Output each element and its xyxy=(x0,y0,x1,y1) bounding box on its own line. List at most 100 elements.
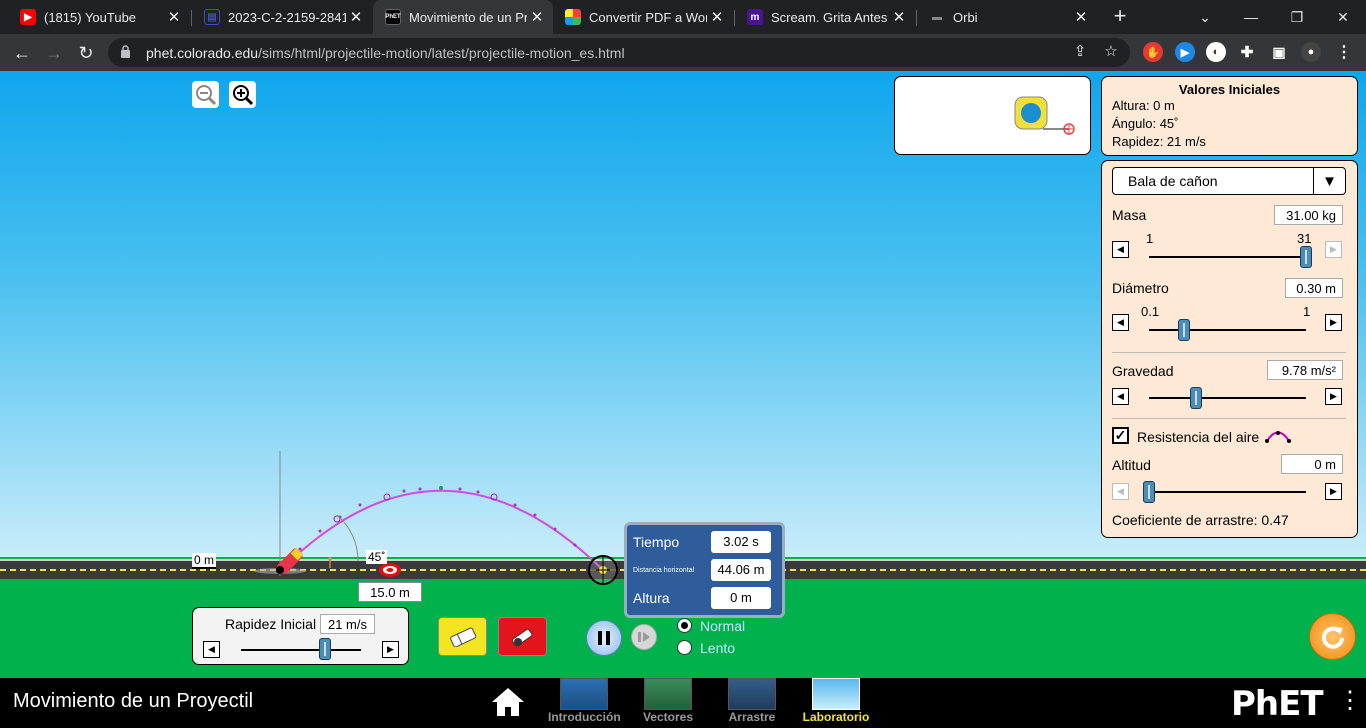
launch-speed-increase-button[interactable]: ▶ xyxy=(382,641,399,658)
tab-youtube[interactable]: ▶ (1815) YouTube ✕ xyxy=(8,0,190,34)
menu-icon[interactable]: ⋮ xyxy=(1334,42,1354,62)
time-value: 3.02 s xyxy=(711,531,771,553)
diameter-label: Diámetro xyxy=(1112,280,1169,296)
scene-canvas xyxy=(254,451,618,585)
mass-label: Masa xyxy=(1112,207,1147,223)
reload-icon[interactable]: ↻ xyxy=(72,39,100,67)
diameter-slider-track[interactable] xyxy=(1149,329,1306,331)
phet-logo[interactable]: PhET xyxy=(1231,684,1324,724)
initial-height: Altura: 0 m xyxy=(1112,98,1175,113)
reset-all-button[interactable] xyxy=(1309,613,1356,660)
launch-speed-track[interactable] xyxy=(241,649,361,651)
lab-thumbnail xyxy=(812,678,860,710)
options-menu-icon[interactable]: ⋮ xyxy=(1338,686,1362,715)
tab-search-icon[interactable]: ⌄ xyxy=(1182,0,1228,34)
speed-slow-radio[interactable] xyxy=(677,640,692,655)
screen-label: Laboratorio xyxy=(802,710,870,724)
bookmark-star-icon[interactable]: ☆ xyxy=(1101,42,1121,60)
tab-scream[interactable]: m Scream. Grita Antes de ✕ xyxy=(735,0,915,34)
close-tab-icon[interactable]: ✕ xyxy=(1071,8,1091,26)
diameter-increase-button[interactable]: ▶ xyxy=(1325,314,1342,331)
altitude-slider-thumb[interactable] xyxy=(1143,481,1155,503)
mass-slider-track[interactable] xyxy=(1149,256,1306,258)
hand-extension-icon[interactable]: ✋ xyxy=(1143,42,1163,62)
altitude-label: Altitud xyxy=(1112,457,1151,473)
back-icon[interactable]: ← xyxy=(8,39,36,67)
close-tab-icon[interactable]: ✕ xyxy=(707,8,727,26)
air-resistance-checkbox[interactable]: ✓ xyxy=(1112,427,1129,444)
altitude-increase-button[interactable]: ▶ xyxy=(1325,483,1342,500)
intro-thumbnail xyxy=(560,678,608,710)
url-input[interactable]: phet.colorado.edu/sims/html/projectile-m… xyxy=(108,38,1130,67)
tape-measure-icon[interactable] xyxy=(1013,95,1081,135)
projectile-type-value: Bala de cañon xyxy=(1128,173,1218,189)
tab-title: Orbi xyxy=(953,9,978,25)
gravity-slider-thumb[interactable] xyxy=(1190,387,1203,409)
tab-orbi[interactable]: ▬ Orbi ✕ xyxy=(917,0,1097,34)
play-extension-icon[interactable]: ▶ xyxy=(1175,42,1195,62)
close-tab-icon[interactable]: ✕ xyxy=(164,8,184,26)
close-tab-icon[interactable]: ✕ xyxy=(889,8,909,26)
launch-speed-decrease-button[interactable]: ◀ xyxy=(203,641,220,658)
tab-pdf[interactable]: Convertir PDF a Word ✕ xyxy=(553,0,733,34)
share-icon[interactable]: ⇪ xyxy=(1070,42,1090,60)
mass-slider-thumb[interactable] xyxy=(1300,246,1312,268)
dropdown-arrow-icon[interactable]: ▼ xyxy=(1313,168,1345,194)
launch-speed-thumb[interactable] xyxy=(319,638,331,660)
reset-icon xyxy=(1321,626,1344,649)
tab-title: Convertir PDF a Word xyxy=(589,9,707,25)
mass-max-label: 31 xyxy=(1297,231,1312,246)
screen-lab-tab[interactable]: Laboratorio xyxy=(800,678,872,728)
puzzle-icon[interactable]: ✚ xyxy=(1237,42,1257,62)
minimize-icon[interactable]: — xyxy=(1228,0,1274,34)
projectile-type-select[interactable]: Bala de cañon ▼ xyxy=(1112,167,1346,195)
close-window-icon[interactable]: ✕ xyxy=(1320,0,1366,34)
restore-icon[interactable]: ❐ xyxy=(1274,0,1320,34)
profile-avatar[interactable]: ● xyxy=(1301,42,1321,62)
erase-button[interactable] xyxy=(438,617,487,656)
url-host: phet.colorado.edu xyxy=(146,44,259,61)
fire-button[interactable] xyxy=(498,617,547,656)
distance-label: Distancia horizontal xyxy=(633,567,695,574)
initial-values-title: Valores Iniciales xyxy=(1178,82,1281,97)
sim-title: Movimiento de un Proyectil xyxy=(13,690,254,712)
screen-intro-tab[interactable]: Introducción xyxy=(548,678,621,728)
screen-drag-tab[interactable]: Arrastre xyxy=(716,678,788,728)
person-icon xyxy=(328,557,332,568)
forward-icon[interactable]: → xyxy=(40,39,68,67)
gravity-label: Gravedad xyxy=(1112,363,1174,379)
tab-document[interactable]: ▤ 2023-C-2-2159-2841- ✕ xyxy=(192,0,372,34)
speed-normal-radio[interactable] xyxy=(677,618,692,633)
diameter-decrease-button[interactable]: ◀ xyxy=(1112,314,1129,331)
gravity-slider-track[interactable] xyxy=(1149,397,1306,399)
crosshair-icon xyxy=(588,555,618,585)
drag-trajectory-icon xyxy=(1265,431,1291,443)
measurement-readout[interactable]: Tiempo 3.02 s Distancia horizontal 44.06… xyxy=(624,522,785,618)
tab-title: 2023-C-2-2159-2841- xyxy=(228,9,346,25)
altitude-decrease-button[interactable]: ◀ xyxy=(1112,483,1129,500)
gravity-increase-button[interactable]: ▶ xyxy=(1325,388,1342,405)
new-tab-icon[interactable]: + xyxy=(1108,4,1132,28)
grid-icon xyxy=(565,9,581,25)
screen-vectors-tab[interactable]: Vectores xyxy=(632,678,704,728)
projectile-controls-panel: Bala de cañon ▼ Masa 31.00 kg 1 31 ◀ ▶ D… xyxy=(1101,160,1358,538)
home-icon[interactable] xyxy=(490,686,526,723)
diameter-slider-thumb[interactable] xyxy=(1177,319,1190,341)
altitude-readout-value: 0 m xyxy=(711,587,771,609)
altitude-slider-track[interactable] xyxy=(1149,491,1306,493)
tab-phet[interactable]: PhET Movimiento de un Pro ✕ xyxy=(373,0,553,34)
target-distance-label[interactable]: 15.0 m xyxy=(358,582,422,602)
apex-marker xyxy=(439,486,443,490)
close-tab-icon[interactable]: ✕ xyxy=(527,8,547,26)
sidebar-icon[interactable]: ▣ xyxy=(1269,42,1289,62)
circle-extension-icon[interactable]: ◐ xyxy=(1206,42,1226,62)
mass-increase-button[interactable]: ▶ xyxy=(1325,241,1342,258)
step-forward-button[interactable] xyxy=(631,624,657,650)
gravity-decrease-button[interactable]: ◀ xyxy=(1112,388,1129,405)
close-tab-icon[interactable]: ✕ xyxy=(346,8,366,26)
vectors-thumbnail xyxy=(644,678,692,710)
speed-slow-label: Lento xyxy=(700,640,736,656)
book-icon: ▬ xyxy=(932,11,942,23)
pause-button[interactable] xyxy=(586,620,622,656)
mass-decrease-button[interactable]: ◀ xyxy=(1112,241,1129,258)
